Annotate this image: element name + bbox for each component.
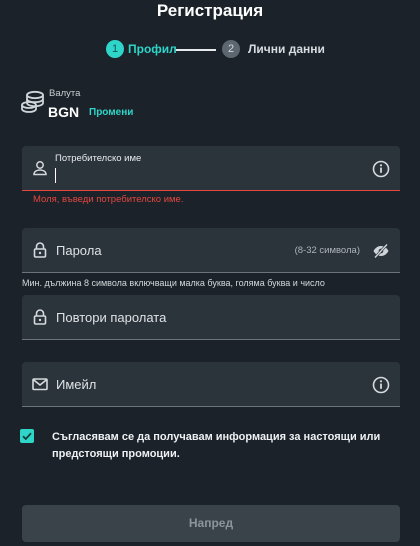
lock-icon (33, 309, 47, 325)
repeat-password-field[interactable]: Повтори паролата (22, 295, 400, 340)
coins-icon (21, 90, 44, 113)
email-placeholder: Имейл (56, 377, 97, 392)
lock-icon (33, 242, 47, 258)
text-caret (55, 168, 56, 183)
step-connector (176, 49, 216, 51)
eye-off-icon[interactable] (372, 242, 390, 260)
check-icon (22, 432, 32, 441)
password-field[interactable]: Парола (8-32 символа) (22, 228, 400, 273)
user-icon (33, 161, 47, 176)
username-label: Потребителско име (55, 153, 142, 164)
next-button[interactable]: Напред (22, 505, 400, 542)
change-currency-link[interactable]: Промени (89, 107, 133, 118)
consent-text: Съгласявам се да получавам информация за… (52, 431, 381, 460)
page-title: Регистрация (156, 1, 264, 20)
username-error: Моля, въведи потребителско име. (33, 194, 184, 205)
registration-stepper: 1 Профил 2 Лични данни (106, 40, 346, 60)
email-field[interactable]: Имейл (22, 362, 400, 407)
envelope-icon (32, 378, 48, 391)
currency-label: Валута (49, 88, 81, 99)
username-input[interactable] (55, 166, 355, 184)
info-icon[interactable] (372, 160, 390, 178)
info-icon[interactable] (372, 376, 390, 394)
currency-value: BGN (48, 104, 80, 120)
currency-selector: Валута BGN Промени (20, 85, 220, 125)
password-placeholder: Парола (56, 243, 102, 258)
repeat-password-placeholder: Повтори паролата (56, 310, 167, 325)
step-label: Лични данни (248, 42, 325, 56)
step-number: 1 (106, 40, 124, 58)
step-label: Профил (128, 42, 177, 56)
password-length-hint: (8-32 символа) (294, 245, 360, 256)
password-requirements: Мин. дължина 8 символа включващи малка б… (22, 278, 325, 288)
step-number: 2 (222, 40, 240, 58)
consent-checkbox[interactable] (20, 429, 34, 443)
username-field[interactable]: Потребителско име (22, 146, 400, 191)
